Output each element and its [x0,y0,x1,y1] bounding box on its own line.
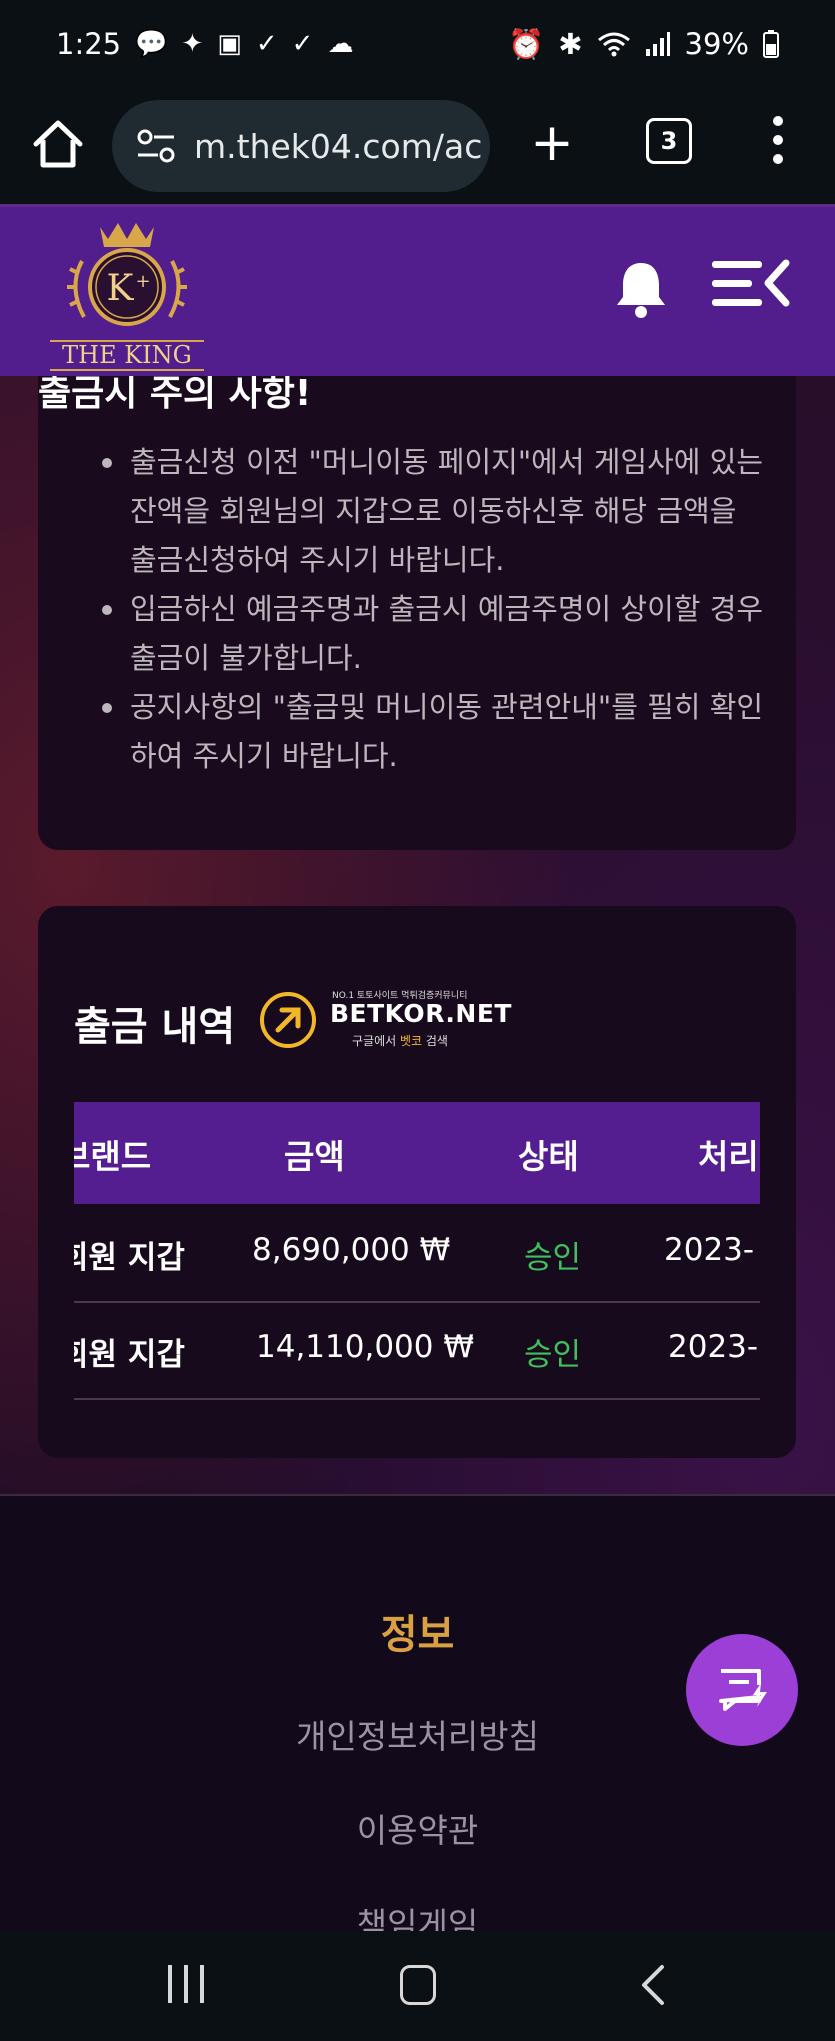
battery-percent: 39% [684,27,749,61]
page-content: 출금시 주의 사항! 출금신청 이전 "머니이동 페이지"에서 게임사에 있는 … [0,204,835,1931]
url-text: m.thek04.com/ac [194,126,483,166]
chat-bubble-icon: 💬 [135,29,168,59]
column-amount: 금액 [284,1137,345,1176]
tab-switcher-button[interactable]: 3 [646,118,692,164]
betkor-watermark: NO.1 토토사이트 먹튀검증커뮤니티 BETKOR.NET 구글에서 벳코 검… [260,986,511,1056]
menu-icon[interactable] [710,257,790,311]
the-king-logo[interactable]: K + THE KING [42,213,212,373]
terms-link[interactable]: 이용약관 [0,1804,835,1852]
list-item: 공지사항의 "출금및 머니이동 관련안내"를 필히 확인하여 주시기 바랍니다. [98,683,770,781]
check-icon: ✓ [255,29,278,59]
chat-icon [719,1669,767,1711]
svg-text:THE KING: THE KING [62,341,192,369]
app-icon: ✦ [181,29,204,59]
home-icon[interactable] [30,116,86,172]
signal-icon [645,32,670,56]
arrow-up-right-icon [260,992,316,1048]
cloud-icon: ☁ [327,29,354,59]
recent-apps-icon[interactable] [166,1965,206,2005]
bluetooth-icon: ✱ [558,27,583,61]
responsible-gaming-link[interactable]: 책임게임 [0,1898,835,1931]
column-status: 상태 [518,1137,579,1176]
column-brand: 브랜드 [74,1137,152,1176]
more-options-icon[interactable] [770,116,786,172]
back-icon[interactable] [638,1963,668,2007]
battery-icon [763,30,779,58]
notice-list: 출금신청 이전 "머니이동 페이지"에서 게임사에 있는 잔액을 회원님의 지갑… [98,438,770,781]
table-row: 회원 지갑 8,690,000 ₩ 승인 2023- [74,1204,760,1303]
check-icon: ✓ [291,29,314,59]
svg-text:+: + [135,271,150,292]
site-header: K + THE KING [0,204,835,376]
wifi-icon [597,32,630,57]
alarm-icon: ⏰ [508,26,545,61]
live-chat-button[interactable] [686,1634,798,1746]
history-title: 출금 내역 [74,1004,236,1050]
list-item: 입금하신 예금주명과 출금시 예금주명이 상이할 경우 출금이 불가합니다. [98,585,770,683]
table-row: 회원 지갑 14,110,000 ₩ 승인 2023- [74,1301,760,1400]
home-nav-icon[interactable] [400,1965,436,2005]
list-item: 출금신청 이전 "머니이동 페이지"에서 게임사에 있는 잔액을 회원님의 지갑… [98,438,770,585]
site-settings-icon[interactable] [136,128,176,164]
new-tab-icon[interactable]: + [530,114,574,174]
status-time: 1:25 [56,27,122,61]
svg-text:K: K [107,268,135,309]
column-processed: 처리 [698,1137,759,1176]
system-nav-bar [0,1931,835,2041]
withdrawal-history-card: 출금 내역 NO.1 토토사이트 먹튀검증커뮤니티 BETKOR.NET 구글에… [38,906,796,1458]
address-bar[interactable]: m.thek04.com/ac [112,100,490,192]
table-header: 브랜드 금액 상태 처리 [74,1102,760,1204]
browser-toolbar: m.thek04.com/ac + 3 [0,88,835,204]
status-bar: 1:25 💬 ✦ ▣ ✓ ✓ ☁ ⏰ ✱ 39% [0,0,835,88]
history-table: 브랜드 금액 상태 처리 회원 지갑 8,690,000 ₩ 승인 2023- … [74,1102,760,1402]
bell-icon[interactable] [614,259,668,319]
image-icon: ▣ [217,29,242,59]
